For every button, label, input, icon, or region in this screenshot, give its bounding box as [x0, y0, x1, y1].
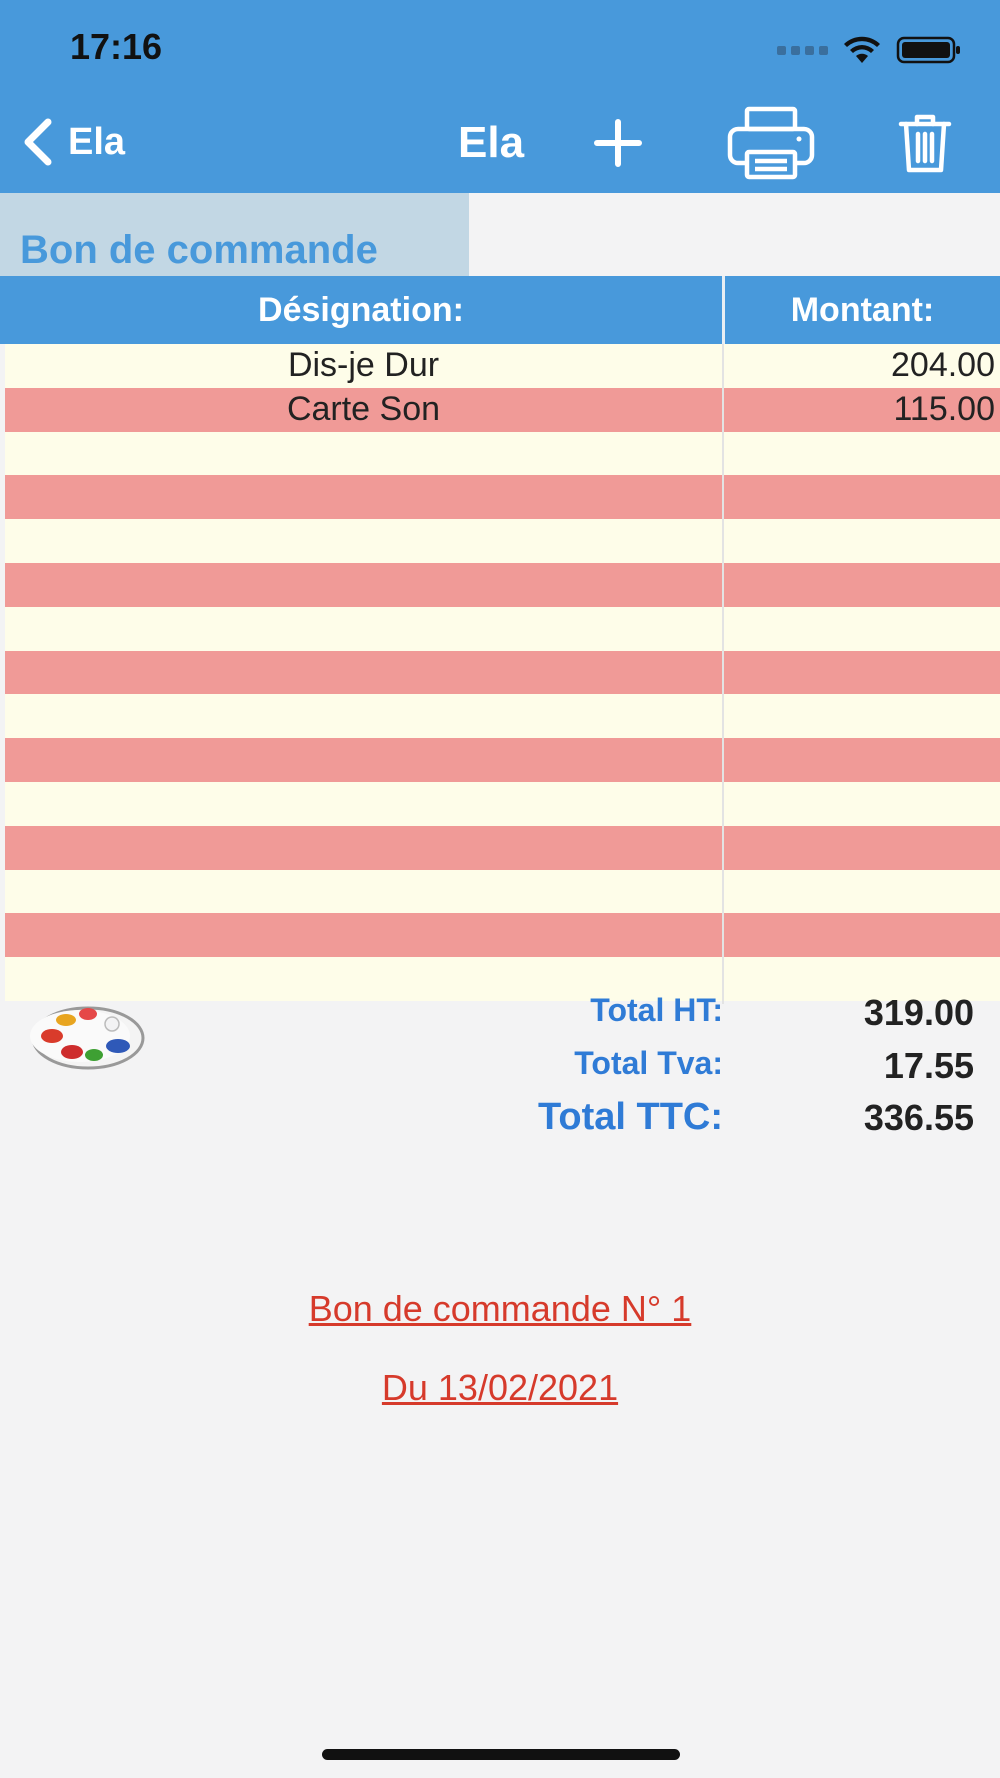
montant-cell: 204.00	[891, 346, 995, 384]
table-row[interactable]	[5, 562, 1000, 607]
plus-icon	[594, 119, 642, 167]
designation-cell	[5, 782, 722, 826]
total-tva-value: 17.55	[883, 1045, 974, 1086]
nav-title: Ela	[458, 118, 525, 167]
table-row[interactable]	[5, 825, 1000, 870]
table-row[interactable]	[5, 694, 1000, 739]
total-ttc-value: 336.55	[863, 1097, 974, 1138]
table-row[interactable]	[5, 781, 1000, 826]
table-row[interactable]	[5, 475, 1000, 520]
total-ht-label: Total HT:	[590, 992, 723, 1028]
table-row[interactable]	[5, 606, 1000, 651]
chevron-left-icon	[24, 118, 52, 166]
wifi-icon	[844, 36, 880, 63]
table-body: Dis-je Dur 204.00 Carte Son 115.00	[5, 344, 1000, 1001]
column-divider	[722, 344, 724, 1004]
designation-cell	[5, 913, 722, 957]
header-divider	[722, 276, 725, 344]
table-row[interactable]	[5, 957, 1000, 1001]
status-icons	[777, 30, 962, 70]
table-row[interactable]	[5, 431, 1000, 476]
designation-cell	[5, 826, 722, 870]
total-tva-label: Total Tva:	[574, 1045, 723, 1081]
table-row[interactable]	[5, 738, 1000, 782]
status-time: 17:16	[70, 26, 163, 67]
total-ttc-label: Total TTC:	[537, 1096, 723, 1138]
add-button[interactable]	[593, 118, 643, 168]
table-row[interactable]	[5, 650, 1000, 695]
document-title: Bon de commande	[20, 228, 378, 272]
back-label: Ela	[68, 120, 126, 163]
palette-icon[interactable]	[30, 1000, 146, 1072]
order-number-link[interactable]: Bon de commande N° 1	[0, 1288, 1000, 1330]
table-row[interactable]	[5, 869, 1000, 914]
cellular-signal-icon	[777, 45, 828, 55]
print-button[interactable]	[727, 106, 815, 180]
designation-cell	[5, 870, 722, 914]
printer-icon	[727, 106, 815, 180]
table-row[interactable]	[5, 519, 1000, 563]
total-ht-value: 319.00	[863, 992, 974, 1033]
designation-cell: Dis-je Dur	[287, 346, 440, 384]
trash-icon	[898, 114, 952, 173]
back-button[interactable]: Ela	[20, 118, 125, 166]
designation-cell	[5, 519, 722, 563]
designation-cell	[5, 475, 722, 519]
designation-cell	[5, 651, 722, 695]
order-date-link[interactable]: Du 13/02/2021	[0, 1367, 1000, 1409]
designation-cell	[5, 694, 722, 738]
designation-cell	[5, 432, 722, 476]
column-header-designation: Désignation:	[258, 291, 464, 329]
navigation-bar: 17:16 Ela Ela	[0, 0, 1000, 193]
table-row[interactable]: Dis-je Dur 204.00	[5, 344, 1000, 388]
designation-cell	[5, 738, 722, 782]
table-header: Désignation: Montant:	[0, 276, 1000, 344]
column-header-montant: Montant:	[790, 291, 935, 329]
montant-cell: 115.00	[893, 389, 995, 428]
delete-button[interactable]	[898, 112, 952, 174]
designation-cell	[5, 563, 722, 607]
home-indicator	[322, 1749, 680, 1760]
designation-cell	[5, 607, 722, 651]
battery-icon	[896, 36, 960, 64]
designation-cell: Carte Son	[286, 389, 441, 428]
table-row[interactable]: Carte Son 115.00	[5, 387, 1000, 432]
table-row[interactable]	[5, 913, 1000, 958]
